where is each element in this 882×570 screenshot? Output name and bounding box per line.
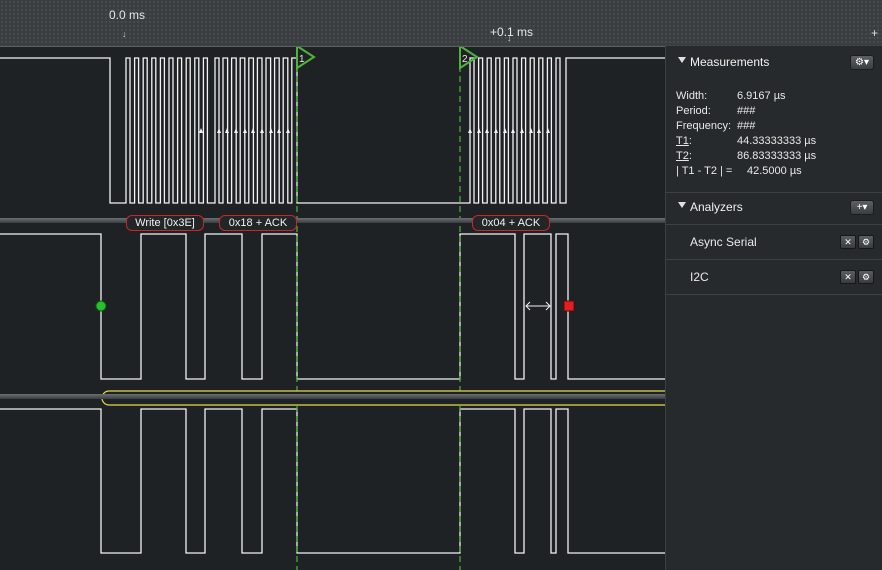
add-timing-marker-icon[interactable]: + — [871, 26, 878, 40]
decoded-label-data-2[interactable]: 0x04 + ACK — [472, 215, 550, 231]
decoded-label-write[interactable]: Write [0x3E] — [126, 215, 204, 231]
start-condition-marker — [95, 300, 107, 312]
period-label: Period: — [676, 105, 711, 117]
analyzers-title: Analyzers — [690, 200, 743, 214]
analyzer-name: I2C — [690, 270, 709, 284]
channel-2-trace — [0, 408, 665, 554]
width-label: Width: — [676, 90, 708, 102]
collapse-triangle-icon[interactable] — [678, 202, 686, 208]
stop-condition-marker — [563, 300, 575, 312]
add-analyzer-button[interactable]: +▾ — [850, 200, 874, 215]
measurement-width: Width: 6.9167 µs — [676, 90, 786, 102]
measurement-t2: T2: 86.83333333 µs — [676, 150, 816, 162]
collapse-triangle-icon[interactable] — [678, 57, 686, 63]
time-label-start: 0.0 ms — [109, 8, 146, 22]
measurements-header[interactable]: Measurements ⚙▾ — [666, 48, 882, 76]
edge-arrow-icon — [546, 128, 550, 133]
measurements-title: Measurements — [690, 55, 770, 69]
edge-arrow-icon — [217, 128, 221, 133]
measurement-t1: T1: 44.33333333 µs — [676, 135, 816, 147]
t2-colon: : — [688, 150, 692, 162]
marker-1-label: 1 — [299, 54, 305, 65]
edge-arrow-icon — [269, 128, 273, 133]
edge-arrow-icon — [503, 128, 507, 133]
gear-icon[interactable]: ⚙ — [858, 270, 874, 284]
channel-separator-1[interactable] — [0, 218, 665, 223]
gear-icon: ⚙▾ — [855, 57, 869, 68]
waveform-area[interactable]: 1 2 Write [0x3E] 0x18 + ACK 0x04 + ACK — [0, 0, 665, 570]
channel-0-trace — [0, 57, 665, 204]
chevron-down-icon: ▾ — [862, 202, 868, 213]
measurements-gear-button[interactable]: ⚙▾ — [850, 55, 874, 70]
time-ruler[interactable]: 0.0 ms ↓ +0.1 ms ↓ + — [0, 0, 882, 47]
marker-2-label: 2 — [462, 54, 468, 65]
edge-arrow-icon — [260, 128, 264, 133]
edge-arrow-icon — [520, 128, 524, 133]
close-icon[interactable]: ✕ — [840, 270, 856, 284]
edge-arrow-icon — [277, 128, 281, 133]
edge-arrow-icon — [537, 128, 541, 133]
analyzer-item-i2c[interactable]: I2C ✕ ⚙ — [666, 260, 882, 294]
channel-0-arrows — [199, 128, 550, 133]
edge-arrow-icon — [494, 128, 498, 133]
edge-arrow-icon — [477, 128, 481, 133]
channel-separator-2[interactable] — [0, 394, 665, 399]
edge-arrow-icon — [286, 128, 290, 133]
width-value: 6.9167 µs — [737, 90, 786, 102]
time-label-offset: +0.1 ms — [490, 25, 534, 39]
t2-label[interactable]: T2 — [676, 150, 689, 162]
measurement-period: Period: ### — [676, 105, 755, 117]
decoded-label-data-1[interactable]: 0x18 + ACK — [219, 215, 297, 231]
waveform-svg[interactable]: 1 2 — [0, 0, 665, 570]
gear-icon[interactable]: ⚙ — [858, 235, 874, 249]
frequency-label: Frequency: — [676, 120, 732, 132]
t1-label[interactable]: T1 — [676, 135, 689, 147]
edge-arrow-icon — [199, 128, 203, 133]
edge-arrow-icon — [234, 128, 238, 133]
t1-value: 44.33333333 µs — [737, 135, 817, 147]
edge-arrow-icon — [243, 128, 247, 133]
period-value: ### — [737, 105, 756, 117]
analyzer-divider — [666, 294, 882, 295]
edge-arrow-icon — [511, 128, 515, 133]
t2-value: 86.83333333 µs — [737, 150, 817, 162]
channel-0-signal — [0, 57, 665, 204]
time-tick-start: ↓ — [122, 29, 127, 39]
edge-arrow-icon — [251, 128, 255, 133]
diff-label: | T1 - T2 | = — [676, 165, 733, 177]
edge-arrow-icon — [225, 128, 229, 133]
analyzer-name: Async Serial — [690, 235, 757, 249]
width-measure-cursor-icon — [525, 301, 551, 311]
diff-value: 42.5000 µs — [747, 165, 802, 177]
measurement-diff: | T1 - T2 | = 42.5000 µs — [676, 165, 802, 177]
analyzer-item-async-serial[interactable]: Async Serial ✕ ⚙ — [666, 225, 882, 259]
edge-arrow-icon — [485, 128, 489, 133]
frequency-value: ### — [737, 120, 756, 132]
analyzers-header[interactable]: Analyzers +▾ — [666, 193, 882, 221]
channel-2-signal — [0, 408, 665, 554]
measurement-frequency: Frequency: ### — [676, 120, 755, 132]
time-tick-offset: ↓ — [507, 33, 512, 43]
t1-colon: : — [688, 135, 692, 147]
side-panel: Measurements ⚙▾ Width: 6.9167 µs Period:… — [665, 46, 882, 570]
close-icon[interactable]: ✕ — [840, 235, 856, 249]
edge-arrow-icon — [468, 128, 472, 133]
